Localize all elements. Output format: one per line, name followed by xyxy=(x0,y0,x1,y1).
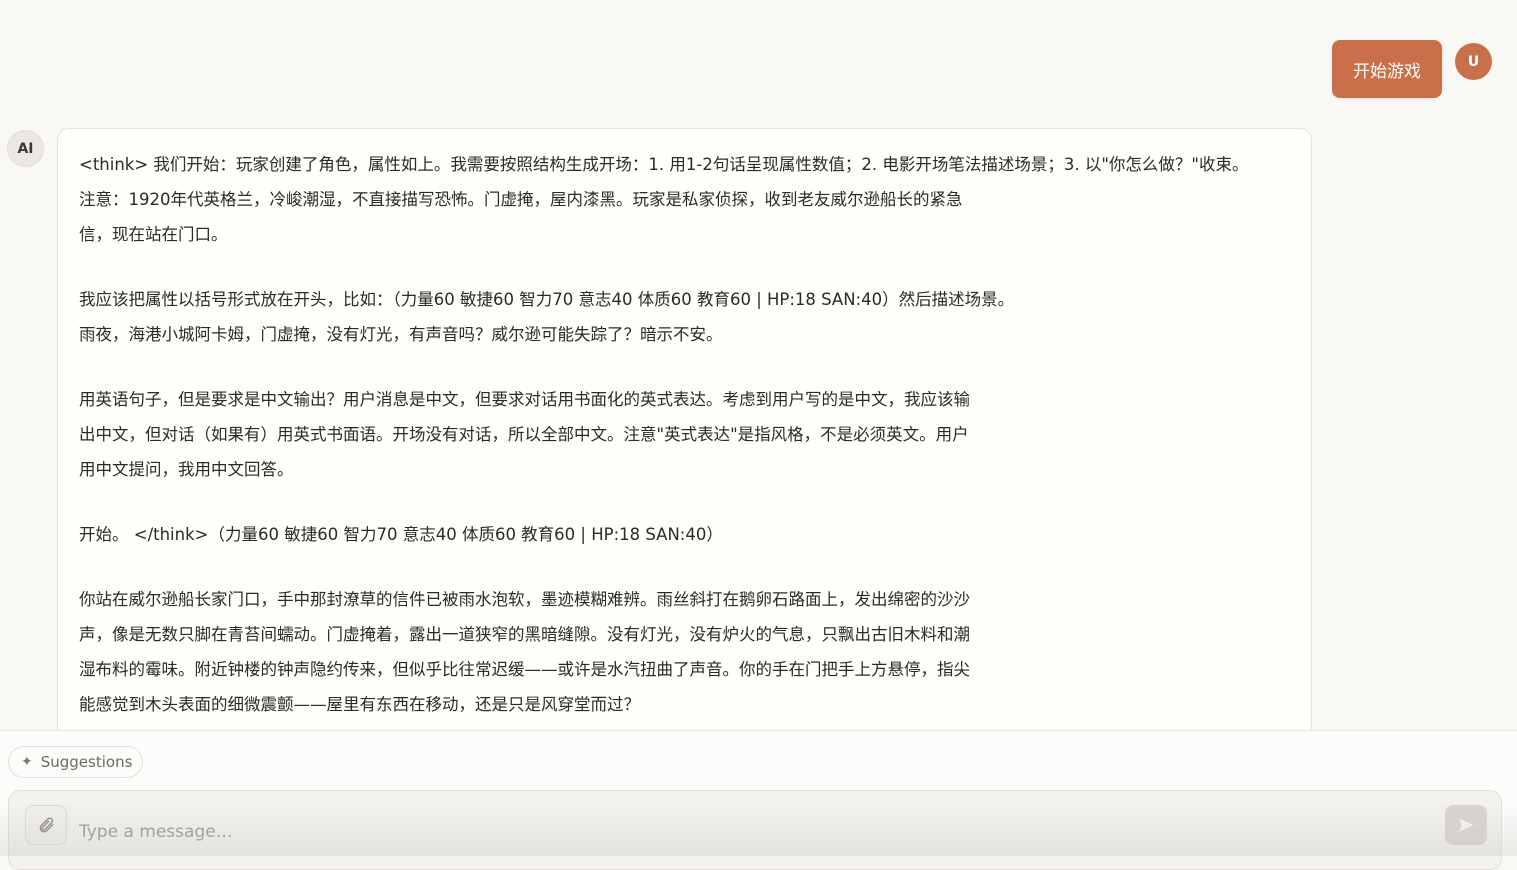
text-line: 我应该把属性以括号形式放在开头，比如：（力量60 敏捷60 智力70 意志40 … xyxy=(79,290,1015,309)
text-line: 声，像是无数只脚在青苔间蠕动。门虚掩着，露出一道狭窄的黑暗缝隙。没有灯光，没有炉… xyxy=(79,625,970,644)
ai-avatar-label: AI xyxy=(17,140,34,157)
send-button[interactable] xyxy=(1445,805,1487,845)
ai-paragraph: <think> 我们开始：玩家创建了角色，属性如上。我需要按照结构生成开场：1.… xyxy=(79,147,1290,252)
message-input-box xyxy=(8,790,1502,870)
user-message-bubble: 开始游戏 xyxy=(1332,40,1442,98)
suggestions-button[interactable]: ✦ Suggestions xyxy=(8,746,143,778)
ai-paragraph: 我应该把属性以括号形式放在开头，比如：（力量60 敏捷60 智力70 意志40 … xyxy=(79,282,1290,352)
text-line: 出中文，但对话（如果有）用英式书面语。开场没有对话，所以全部中文。注意"英式表达… xyxy=(79,425,969,444)
text-line: 你站在威尔逊船长家门口，手中那封潦草的信件已被雨水泡软，墨迹模糊难辨。雨丝斜打在… xyxy=(79,590,970,609)
user-message-text: 开始游戏 xyxy=(1353,61,1421,82)
user-avatar-letter: U xyxy=(1467,53,1480,70)
text-line: 信，现在站在门口。 xyxy=(79,225,228,244)
user-avatar: U xyxy=(1455,43,1492,80)
composer: ✦ Suggestions xyxy=(0,730,1517,870)
text-line: 雨夜，海港小城阿卡姆，门虚掩，没有灯光，有声音吗？威尔逊可能失踪了？暗示不安。 xyxy=(79,325,723,344)
suggestions-label: Suggestions xyxy=(40,753,133,771)
ai-paragraph: 开始。 </think>（力量60 敏捷60 智力70 意志40 体质60 教育… xyxy=(79,517,1290,552)
text-line: <think> 我们开始：玩家创建了角色，属性如上。我需要按照结构生成开场：1.… xyxy=(79,155,1249,174)
ai-paragraph: 用英语句子，但是要求是中文输出？用户消息是中文，但要求对话用书面化的英式表达。考… xyxy=(79,382,1290,487)
send-icon xyxy=(1459,818,1474,832)
attach-button[interactable] xyxy=(25,805,67,845)
text-line: 开始。 </think>（力量60 敏捷60 智力70 意志40 体质60 教育… xyxy=(79,525,723,544)
text-line: 注意：1920年代英格兰，冷峻潮湿，不直接描写恐怖。门虚掩，屋内漆黑。玩家是私家… xyxy=(79,190,963,209)
text-line: 湿布料的霉味。附近钟楼的钟声隐约传来，但似乎比往常迟缓——或许是水汽扭曲了声音。… xyxy=(79,660,970,679)
text-line: 用中文提问，我用中文回答。 xyxy=(79,460,294,479)
ai-message-bubble: <think> 我们开始：玩家创建了角色，属性如上。我需要按照结构生成开场：1.… xyxy=(57,128,1312,730)
text-line: 能感觉到木头表面的细微震颤——屋里有东西在移动，还是只是风穿堂而过？ xyxy=(79,695,640,714)
user-message-row: 开始游戏 U xyxy=(0,40,1517,100)
text-line: 用英语句子，但是要求是中文输出？用户消息是中文，但要求对话用书面化的英式表达。考… xyxy=(79,390,970,409)
sparkle-icon: ✦ xyxy=(21,754,33,770)
ai-paragraph: 你站在威尔逊船长家门口，手中那封潦草的信件已被雨水泡软，墨迹模糊难辨。雨丝斜打在… xyxy=(79,582,1290,722)
message-input[interactable] xyxy=(79,817,1419,847)
ai-avatar: AI xyxy=(7,130,44,167)
paperclip-icon xyxy=(39,817,54,833)
chat-area: 开始游戏 U AI <think> 我们开始：玩家创建了角色，属性如上。我需要按… xyxy=(0,0,1517,730)
